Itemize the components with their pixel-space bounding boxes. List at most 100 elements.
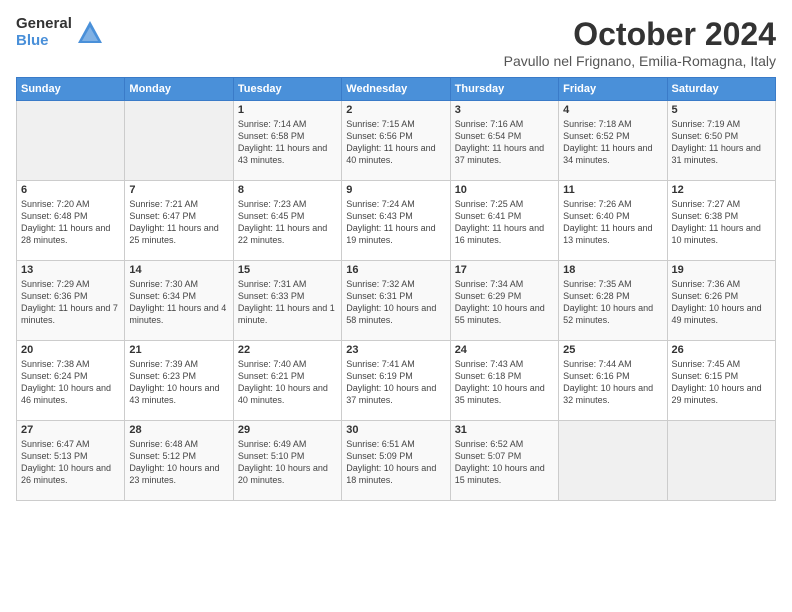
day-number: 24 <box>455 344 554 356</box>
day-info: Sunrise: 7:38 AMSunset: 6:24 PMDaylight:… <box>21 358 120 407</box>
calendar-cell <box>559 421 667 501</box>
logo-blue: Blue <box>16 33 72 50</box>
logo-general: General <box>16 16 72 33</box>
calendar-cell: 9 Sunrise: 7:24 AMSunset: 6:43 PMDaylight… <box>342 181 450 261</box>
day-info: Sunrise: 7:43 AMSunset: 6:18 PMDaylight:… <box>455 358 554 407</box>
day-info: Sunrise: 7:32 AMSunset: 6:31 PMDaylight:… <box>346 278 445 327</box>
calendar-cell: 3 Sunrise: 7:16 AMSunset: 6:54 PMDaylight… <box>450 101 558 181</box>
month-title: October 2024 <box>504 16 776 53</box>
day-number: 26 <box>672 344 771 356</box>
day-info: Sunrise: 7:27 AMSunset: 6:38 PMDaylight:… <box>672 198 771 247</box>
calendar-cell: 1 Sunrise: 7:14 AMSunset: 6:58 PMDaylight… <box>233 101 341 181</box>
calendar-cell: 10 Sunrise: 7:25 AMSunset: 6:41 PMDayligh… <box>450 181 558 261</box>
day-info: Sunrise: 7:21 AMSunset: 6:47 PMDaylight:… <box>129 198 228 247</box>
calendar-cell: 16Sunrise: 7:32 AMSunset: 6:31 PMDayligh… <box>342 261 450 341</box>
day-info: Sunrise: 7:31 AMSunset: 6:33 PMDaylight:… <box>238 278 337 327</box>
calendar-cell: 14Sunrise: 7:30 AMSunset: 6:34 PMDayligh… <box>125 261 233 341</box>
day-number: 31 <box>455 424 554 436</box>
day-info: Sunrise: 6:49 AMSunset: 5:10 PMDaylight:… <box>238 438 337 487</box>
title-block: October 2024 Pavullo nel Frignano, Emili… <box>504 16 776 69</box>
calendar-cell: 6 Sunrise: 7:20 AMSunset: 6:48 PMDaylight… <box>17 181 125 261</box>
calendar-cell: 27 Sunrise: 6:47 AMSunset: 5:13 PMDayligh… <box>17 421 125 501</box>
day-info: Sunrise: 7:25 AMSunset: 6:41 PMDaylight:… <box>455 198 554 247</box>
day-info: Sunrise: 7:14 AMSunset: 6:58 PMDaylight:… <box>238 118 337 167</box>
calendar-cell <box>125 101 233 181</box>
day-info: Sunrise: 7:29 AMSunset: 6:36 PMDaylight:… <box>21 278 120 327</box>
calendar-week-3: 13 Sunrise: 7:29 AMSunset: 6:36 PMDayligh… <box>17 261 776 341</box>
calendar-cell: 2 Sunrise: 7:15 AMSunset: 6:56 PMDaylight… <box>342 101 450 181</box>
calendar-header-row: SundayMondayTuesdayWednesdayThursdayFrid… <box>17 78 776 101</box>
day-info: Sunrise: 7:30 AMSunset: 6:34 PMDaylight:… <box>129 278 228 327</box>
calendar-cell: 19 Sunrise: 7:36 AMSunset: 6:26 PMDayligh… <box>667 261 775 341</box>
calendar-cell: 13 Sunrise: 7:29 AMSunset: 6:36 PMDayligh… <box>17 261 125 341</box>
calendar-table: SundayMondayTuesdayWednesdayThursdayFrid… <box>16 77 776 501</box>
day-number: 27 <box>21 424 120 436</box>
calendar-cell <box>17 101 125 181</box>
day-number: 22 <box>238 344 337 356</box>
calendar-cell: 24 Sunrise: 7:43 AMSunset: 6:18 PMDayligh… <box>450 341 558 421</box>
day-info: Sunrise: 7:20 AMSunset: 6:48 PMDaylight:… <box>21 198 120 247</box>
calendar-cell: 7 Sunrise: 7:21 AMSunset: 6:47 PMDaylight… <box>125 181 233 261</box>
day-info: Sunrise: 7:34 AMSunset: 6:29 PMDaylight:… <box>455 278 554 327</box>
day-number: 28 <box>129 424 228 436</box>
day-number: 25 <box>563 344 662 356</box>
header-thursday: Thursday <box>450 78 558 101</box>
day-number: 2 <box>346 104 445 116</box>
header-saturday: Saturday <box>667 78 775 101</box>
day-number: 7 <box>129 184 228 196</box>
calendar-cell: 31 Sunrise: 6:52 AMSunset: 5:07 PMDayligh… <box>450 421 558 501</box>
day-info: Sunrise: 7:35 AMSunset: 6:28 PMDaylight:… <box>563 278 662 327</box>
calendar-cell: 4Sunrise: 7:18 AMSunset: 6:52 PMDaylight… <box>559 101 667 181</box>
calendar-cell: 25 Sunrise: 7:44 AMSunset: 6:16 PMDayligh… <box>559 341 667 421</box>
logo: General Blue <box>16 16 104 49</box>
calendar-cell <box>667 421 775 501</box>
day-number: 23 <box>346 344 445 356</box>
calendar-cell: 20Sunrise: 7:38 AMSunset: 6:24 PMDayligh… <box>17 341 125 421</box>
day-number: 13 <box>21 264 120 276</box>
calendar-week-4: 20Sunrise: 7:38 AMSunset: 6:24 PMDayligh… <box>17 341 776 421</box>
calendar-cell: 29 Sunrise: 6:49 AMSunset: 5:10 PMDayligh… <box>233 421 341 501</box>
day-info: Sunrise: 6:51 AMSunset: 5:09 PMDaylight:… <box>346 438 445 487</box>
day-info: Sunrise: 7:39 AMSunset: 6:23 PMDaylight:… <box>129 358 228 407</box>
day-info: Sunrise: 7:15 AMSunset: 6:56 PMDaylight:… <box>346 118 445 167</box>
day-info: Sunrise: 7:16 AMSunset: 6:54 PMDaylight:… <box>455 118 554 167</box>
header-sunday: Sunday <box>17 78 125 101</box>
day-info: Sunrise: 7:44 AMSunset: 6:16 PMDaylight:… <box>563 358 662 407</box>
header-tuesday: Tuesday <box>233 78 341 101</box>
day-number: 1 <box>238 104 337 116</box>
calendar-cell: 12 Sunrise: 7:27 AMSunset: 6:38 PMDayligh… <box>667 181 775 261</box>
day-number: 30 <box>346 424 445 436</box>
day-number: 21 <box>129 344 228 356</box>
day-info: Sunrise: 7:36 AMSunset: 6:26 PMDaylight:… <box>672 278 771 327</box>
day-info: Sunrise: 6:52 AMSunset: 5:07 PMDaylight:… <box>455 438 554 487</box>
day-info: Sunrise: 7:24 AMSunset: 6:43 PMDaylight:… <box>346 198 445 247</box>
day-number: 3 <box>455 104 554 116</box>
calendar-week-2: 6 Sunrise: 7:20 AMSunset: 6:48 PMDaylight… <box>17 181 776 261</box>
calendar-cell: 28Sunrise: 6:48 AMSunset: 5:12 PMDayligh… <box>125 421 233 501</box>
day-number: 10 <box>455 184 554 196</box>
day-info: Sunrise: 7:40 AMSunset: 6:21 PMDaylight:… <box>238 358 337 407</box>
day-number: 6 <box>21 184 120 196</box>
day-number: 18 <box>563 264 662 276</box>
calendar-cell: 30 Sunrise: 6:51 AMSunset: 5:09 PMDayligh… <box>342 421 450 501</box>
day-info: Sunrise: 7:41 AMSunset: 6:19 PMDaylight:… <box>346 358 445 407</box>
calendar-cell: 5Sunrise: 7:19 AMSunset: 6:50 PMDaylight… <box>667 101 775 181</box>
day-info: Sunrise: 7:26 AMSunset: 6:40 PMDaylight:… <box>563 198 662 247</box>
header-friday: Friday <box>559 78 667 101</box>
day-number: 19 <box>672 264 771 276</box>
day-number: 12 <box>672 184 771 196</box>
day-number: 9 <box>346 184 445 196</box>
header-wednesday: Wednesday <box>342 78 450 101</box>
day-info: Sunrise: 6:47 AMSunset: 5:13 PMDaylight:… <box>21 438 120 487</box>
day-info: Sunrise: 7:45 AMSunset: 6:15 PMDaylight:… <box>672 358 771 407</box>
day-number: 15 <box>238 264 337 276</box>
day-info: Sunrise: 7:23 AMSunset: 6:45 PMDaylight:… <box>238 198 337 247</box>
page-header: General Blue October 2024 Pavullo nel Fr… <box>16 16 776 69</box>
calendar-cell: 18 Sunrise: 7:35 AMSunset: 6:28 PMDayligh… <box>559 261 667 341</box>
logo-icon <box>76 19 104 47</box>
day-number: 5 <box>672 104 771 116</box>
day-number: 29 <box>238 424 337 436</box>
calendar-cell: 11Sunrise: 7:26 AMSunset: 6:40 PMDayligh… <box>559 181 667 261</box>
calendar-cell: 17Sunrise: 7:34 AMSunset: 6:29 PMDayligh… <box>450 261 558 341</box>
calendar-cell: 21 Sunrise: 7:39 AMSunset: 6:23 PMDayligh… <box>125 341 233 421</box>
